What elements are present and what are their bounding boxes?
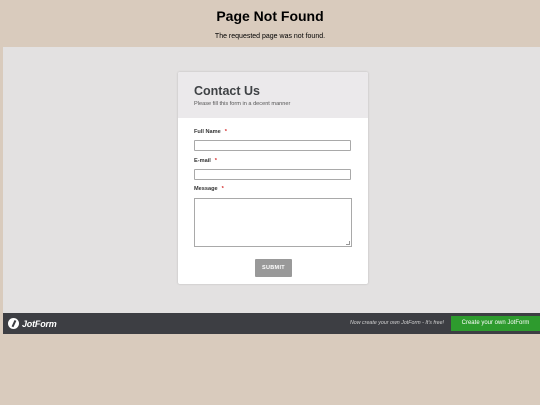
full-name-label-text: Full Name — [194, 129, 221, 135]
required-marker: * — [224, 129, 227, 135]
form-subtitle: Please fill this form in a decent manner — [194, 101, 291, 107]
logo-text: JotForm — [22, 318, 57, 329]
full-name-label: Full Name * — [194, 129, 227, 135]
required-marker: * — [221, 186, 224, 192]
form-title: Contact Us — [194, 84, 260, 98]
email-input[interactable] — [194, 169, 351, 180]
resize-handle-icon[interactable] — [346, 241, 350, 245]
message-textarea[interactable] — [194, 198, 352, 247]
jotform-footer: JotForm Now create your own JotForm - It… — [3, 313, 540, 334]
jotform-logo[interactable]: JotForm — [8, 317, 57, 330]
email-label: E-mail * — [194, 158, 217, 164]
promo-text: Now create your own JotForm - It's free! — [349, 320, 444, 326]
form-header: Contact Us Please fill this form in a de… — [178, 72, 368, 118]
error-message: The requested page was not found. — [214, 33, 326, 40]
required-marker: * — [214, 158, 217, 164]
page-title: Page Not Found — [216, 8, 324, 24]
contact-form-card: Contact Us Please fill this form in a de… — [178, 72, 368, 284]
message-label-text: Message — [194, 186, 218, 192]
page: Page Not Found The requested page was no… — [0, 0, 540, 405]
email-label-text: E-mail — [194, 158, 211, 164]
submit-button[interactable]: SUBMIT — [255, 259, 292, 277]
full-name-input[interactable] — [194, 140, 351, 151]
jotform-pencil-icon — [8, 318, 19, 329]
message-label: Message * — [194, 186, 224, 192]
create-jotform-button[interactable]: Create your own JotForm — [451, 316, 540, 331]
